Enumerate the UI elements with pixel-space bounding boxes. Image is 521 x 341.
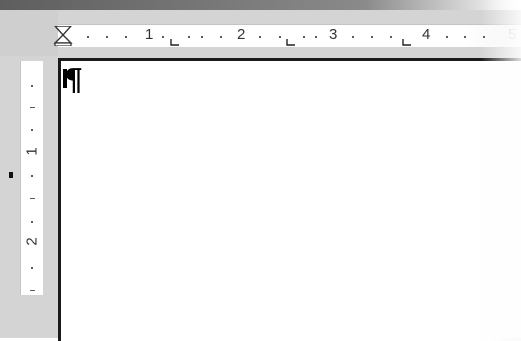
document-page[interactable] <box>58 58 521 341</box>
editor-window: 1 2 3 4 5 1 2 ¶ <box>0 0 521 341</box>
v-ruler-number-1: 1 <box>23 147 41 156</box>
ruler-tick <box>31 221 33 223</box>
left-tab-stop-icon[interactable] <box>402 38 412 46</box>
title-bar-edge <box>0 0 521 10</box>
ruler-tick <box>30 107 35 108</box>
ruler-tick <box>31 267 33 269</box>
ruler-tick <box>279 36 281 38</box>
left-tab-stop-icon[interactable] <box>286 38 296 46</box>
ruler-tick <box>352 36 354 38</box>
ruler-number-3: 3 <box>329 26 338 43</box>
vertical-ruler-marker <box>9 172 13 178</box>
ruler-tick <box>106 36 108 38</box>
ruler-tick <box>87 36 89 38</box>
ruler-tick <box>371 36 373 38</box>
ruler-number-1: 1 <box>145 26 154 43</box>
ruler-tick <box>390 36 392 38</box>
ruler-tick <box>31 85 33 87</box>
v-ruler-number-2: 2 <box>23 237 41 246</box>
hourglass-indent-icon[interactable] <box>52 26 74 46</box>
right-fade-overlay <box>481 0 521 338</box>
ruler-tick <box>188 36 190 38</box>
left-tab-stop-icon[interactable] <box>170 38 180 46</box>
ruler-tick <box>162 36 164 38</box>
ruler-tick <box>30 198 35 199</box>
ruler-tick <box>220 36 222 38</box>
ruler-tick <box>125 36 127 38</box>
vertical-ruler[interactable]: 1 2 <box>20 61 43 295</box>
ruler-tick <box>259 36 261 38</box>
horizontal-ruler[interactable]: 1 2 3 4 5 <box>52 24 521 47</box>
ruler-number-2: 2 <box>237 26 246 43</box>
ruler-tick <box>201 36 203 38</box>
ruler-tick <box>446 36 448 38</box>
ruler-tick <box>303 36 305 38</box>
ruler-tick <box>31 175 33 177</box>
ruler-tick <box>30 290 35 291</box>
paragraph-mark: ¶ <box>64 63 84 98</box>
ruler-tick <box>31 129 33 131</box>
ruler-corner <box>0 10 58 56</box>
ruler-tick <box>315 36 317 38</box>
ruler-tick <box>464 36 466 38</box>
ruler-number-4: 4 <box>422 26 431 43</box>
